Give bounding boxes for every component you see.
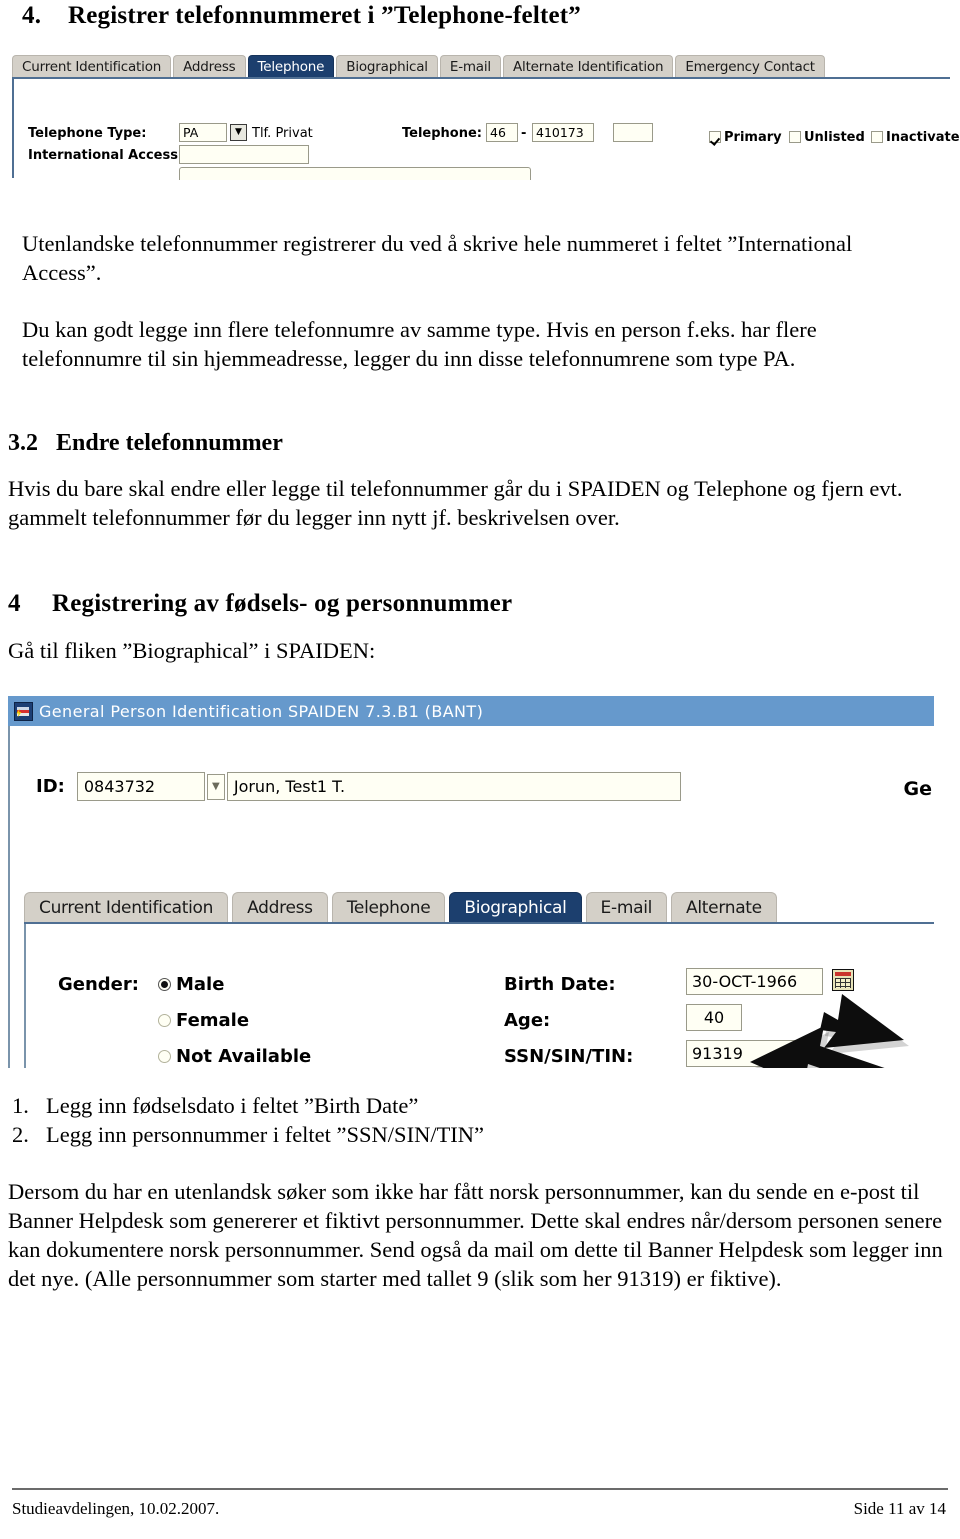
tab-alternate-identification[interactable]: Alternate Identification	[503, 55, 674, 77]
heading-text: Registrer telefonnummeret i ”Telephone-f…	[68, 2, 582, 29]
heading-4-number: 4	[8, 590, 21, 617]
partial-field-below	[179, 167, 531, 180]
telephone-type-input[interactable]: PA	[179, 123, 227, 142]
tab-emergency-contact[interactable]: Emergency Contact	[675, 55, 825, 77]
spaiden-title-bar: General Person Identification SPAIDEN 7.…	[8, 696, 934, 726]
gender-option-male-label: Male	[176, 974, 225, 995]
international-access-input[interactable]	[179, 145, 309, 164]
list-item-text: Legg inn personnummer i feltet ”SSN/SIN/…	[46, 1122, 485, 1147]
unlisted-checkbox-group[interactable]: Unlisted	[789, 126, 865, 145]
chevron-down-icon[interactable]: ▼	[206, 773, 225, 800]
telephone-separator: -	[521, 126, 527, 141]
birth-date-input[interactable]: 30-OCT-1966	[686, 968, 823, 995]
primary-label: Primary	[724, 130, 782, 145]
unlisted-checkbox[interactable]	[789, 131, 801, 143]
tab-telephone[interactable]: Telephone	[247, 55, 335, 77]
telephone-form-body: Telephone Type: PA ▼ Tlf. Privat Telepho…	[12, 79, 960, 180]
screenshot-spaiden-telephone: Current Identification Address Telephone Bi…	[0, 55, 960, 180]
tab-address[interactable]: Address	[173, 55, 246, 77]
telephone-tab-strip: Current Identification Address Telephone Bi…	[0, 55, 960, 79]
person-name-input[interactable]: Jorun, Test1 T.	[226, 772, 681, 801]
telephone-label: Telephone:	[402, 126, 482, 141]
cropped-right-text: Ge	[903, 778, 932, 800]
gender-label: Gender:	[58, 974, 139, 995]
primary-checkbox-group[interactable]: Primary	[709, 126, 782, 145]
telephone-area-input[interactable]: 46	[486, 123, 518, 142]
footer-divider	[12, 1488, 948, 1490]
footer-right-text: Side 11 av 14	[853, 1499, 946, 1518]
tab-current-identification[interactable]: Current Identification	[12, 55, 172, 77]
inactivate-checkbox[interactable]	[871, 131, 883, 143]
inactivate-label: Inactivate	[886, 130, 960, 145]
tab-biographical[interactable]: Biographical	[449, 892, 582, 922]
gender-option-not-available[interactable]: Not Available	[158, 1046, 311, 1067]
tab-current-identification[interactable]: Current Identification	[24, 892, 229, 922]
tab-address[interactable]: Address	[232, 892, 328, 922]
arrow-to-birth-date-icon	[820, 994, 909, 1054]
unlisted-label: Unlisted	[804, 130, 865, 145]
telephone-extension-input[interactable]	[613, 123, 653, 142]
biographical-tab-strip: Current Identification Address Telephone Bi…	[24, 892, 934, 924]
telephone-type-description: Tlf. Privat	[252, 126, 313, 141]
chevron-down-icon[interactable]: ▼	[230, 124, 247, 141]
telephone-type-label: Telephone Type:	[28, 126, 147, 141]
gender-option-not-available-label: Not Available	[176, 1046, 312, 1067]
heading-number: 4.	[22, 2, 42, 29]
document-page: 4. Registrer telefonnummeret i ”Telephone…	[0, 0, 960, 1539]
spaiden-window-title: General Person Identification SPAIDEN 7.…	[39, 701, 484, 721]
numbered-steps-list: 1. Legg inn fødselsdato i feltet ”Birth …	[12, 1091, 772, 1149]
tab-telephone[interactable]: Telephone	[331, 892, 446, 922]
heading-4-text: Registrering av fødsels- og personnummer	[52, 590, 513, 617]
tab-alternate[interactable]: Alternate	[671, 892, 777, 922]
gender-option-female-label: Female	[176, 1010, 250, 1031]
primary-checkbox[interactable]	[709, 131, 721, 143]
telephone-number-input[interactable]: 410173	[532, 123, 594, 142]
list-item: 1. Legg inn fødselsdato i feltet ”Birth …	[12, 1091, 772, 1120]
paragraph-ga-til-fliken: Gå til fliken ”Biographical” i SPAIDEN:	[8, 638, 376, 663]
radio-female[interactable]	[158, 1014, 171, 1027]
screenshot-spaiden-biographical: General Person Identification SPAIDEN 7.…	[8, 696, 934, 1068]
heading-3-2-number: 3.2	[8, 430, 38, 456]
paragraph-multiple-numbers: Du kan godt legge inn flere telefonnumre…	[22, 317, 817, 371]
gender-option-male[interactable]: Male	[158, 974, 224, 995]
age-label: Age:	[504, 1010, 551, 1031]
international-access-label: International Access:	[28, 148, 184, 163]
spaiden-canvas: ID: 0843732 ▼ Jorun, Test1 T. Ge Current…	[8, 726, 934, 1068]
birth-date-label: Birth Date:	[504, 974, 616, 995]
gender-option-female[interactable]: Female	[158, 1010, 249, 1031]
age-input[interactable]: 40	[686, 1004, 742, 1031]
inactivate-checkbox-group[interactable]: Inactivate	[871, 126, 960, 145]
biographical-panel: Gender: Male Female Not Available Birth …	[24, 924, 934, 1068]
heading-4-registrering: 4 Registrering av fødsels- og personnumme…	[8, 590, 512, 618]
tab-email[interactable]: E-mail	[439, 55, 501, 77]
ssn-sin-tin-input[interactable]: 91319	[686, 1040, 802, 1067]
heading-register-telephone: 4. Registrer telefonnummeret i ”Telephone…	[22, 2, 922, 30]
paragraph-endre-telefonnummer: Hvis du bare skal endre eller legge til …	[8, 476, 903, 530]
ssn-sin-tin-label: SSN/SIN/TIN:	[504, 1046, 634, 1067]
paragraph-utenlandsk-soker: Dersom du har en utenlandsk søker som ik…	[8, 1179, 943, 1291]
list-item: 2. Legg inn personnummer i feltet ”SSN/S…	[12, 1120, 772, 1149]
application-icon	[14, 701, 33, 721]
id-label: ID:	[36, 776, 65, 797]
international-access-row: International Access:	[14, 145, 960, 180]
calendar-icon[interactable]	[832, 969, 854, 991]
paragraph-international-access: Utenlandske telefonnummer registrerer du…	[22, 231, 853, 285]
footer-left-text: Studieavdelingen, 10.02.2007.	[12, 1499, 220, 1518]
tab-biographical[interactable]: Biographical	[336, 55, 438, 77]
id-row: ID: 0843732 ▼ Jorun, Test1 T.	[36, 772, 681, 801]
id-input[interactable]: 0843732	[76, 772, 205, 801]
heading-3-2-text: Endre telefonnummer	[56, 430, 283, 456]
heading-3-2-endre-telefonnummer: 3.2 Endre telefonnummer	[8, 430, 283, 457]
list-item-text: Legg inn fødselsdato i feltet ”Birth Dat…	[46, 1093, 419, 1118]
list-item-marker: 1.	[12, 1093, 29, 1118]
list-item-marker: 2.	[12, 1122, 29, 1147]
radio-not-available[interactable]	[158, 1050, 171, 1063]
radio-male[interactable]	[158, 978, 171, 991]
telephone-type-row: Telephone Type: PA ▼ Tlf. Privat Telepho…	[14, 123, 960, 145]
tab-email[interactable]: E-mail	[585, 892, 668, 922]
